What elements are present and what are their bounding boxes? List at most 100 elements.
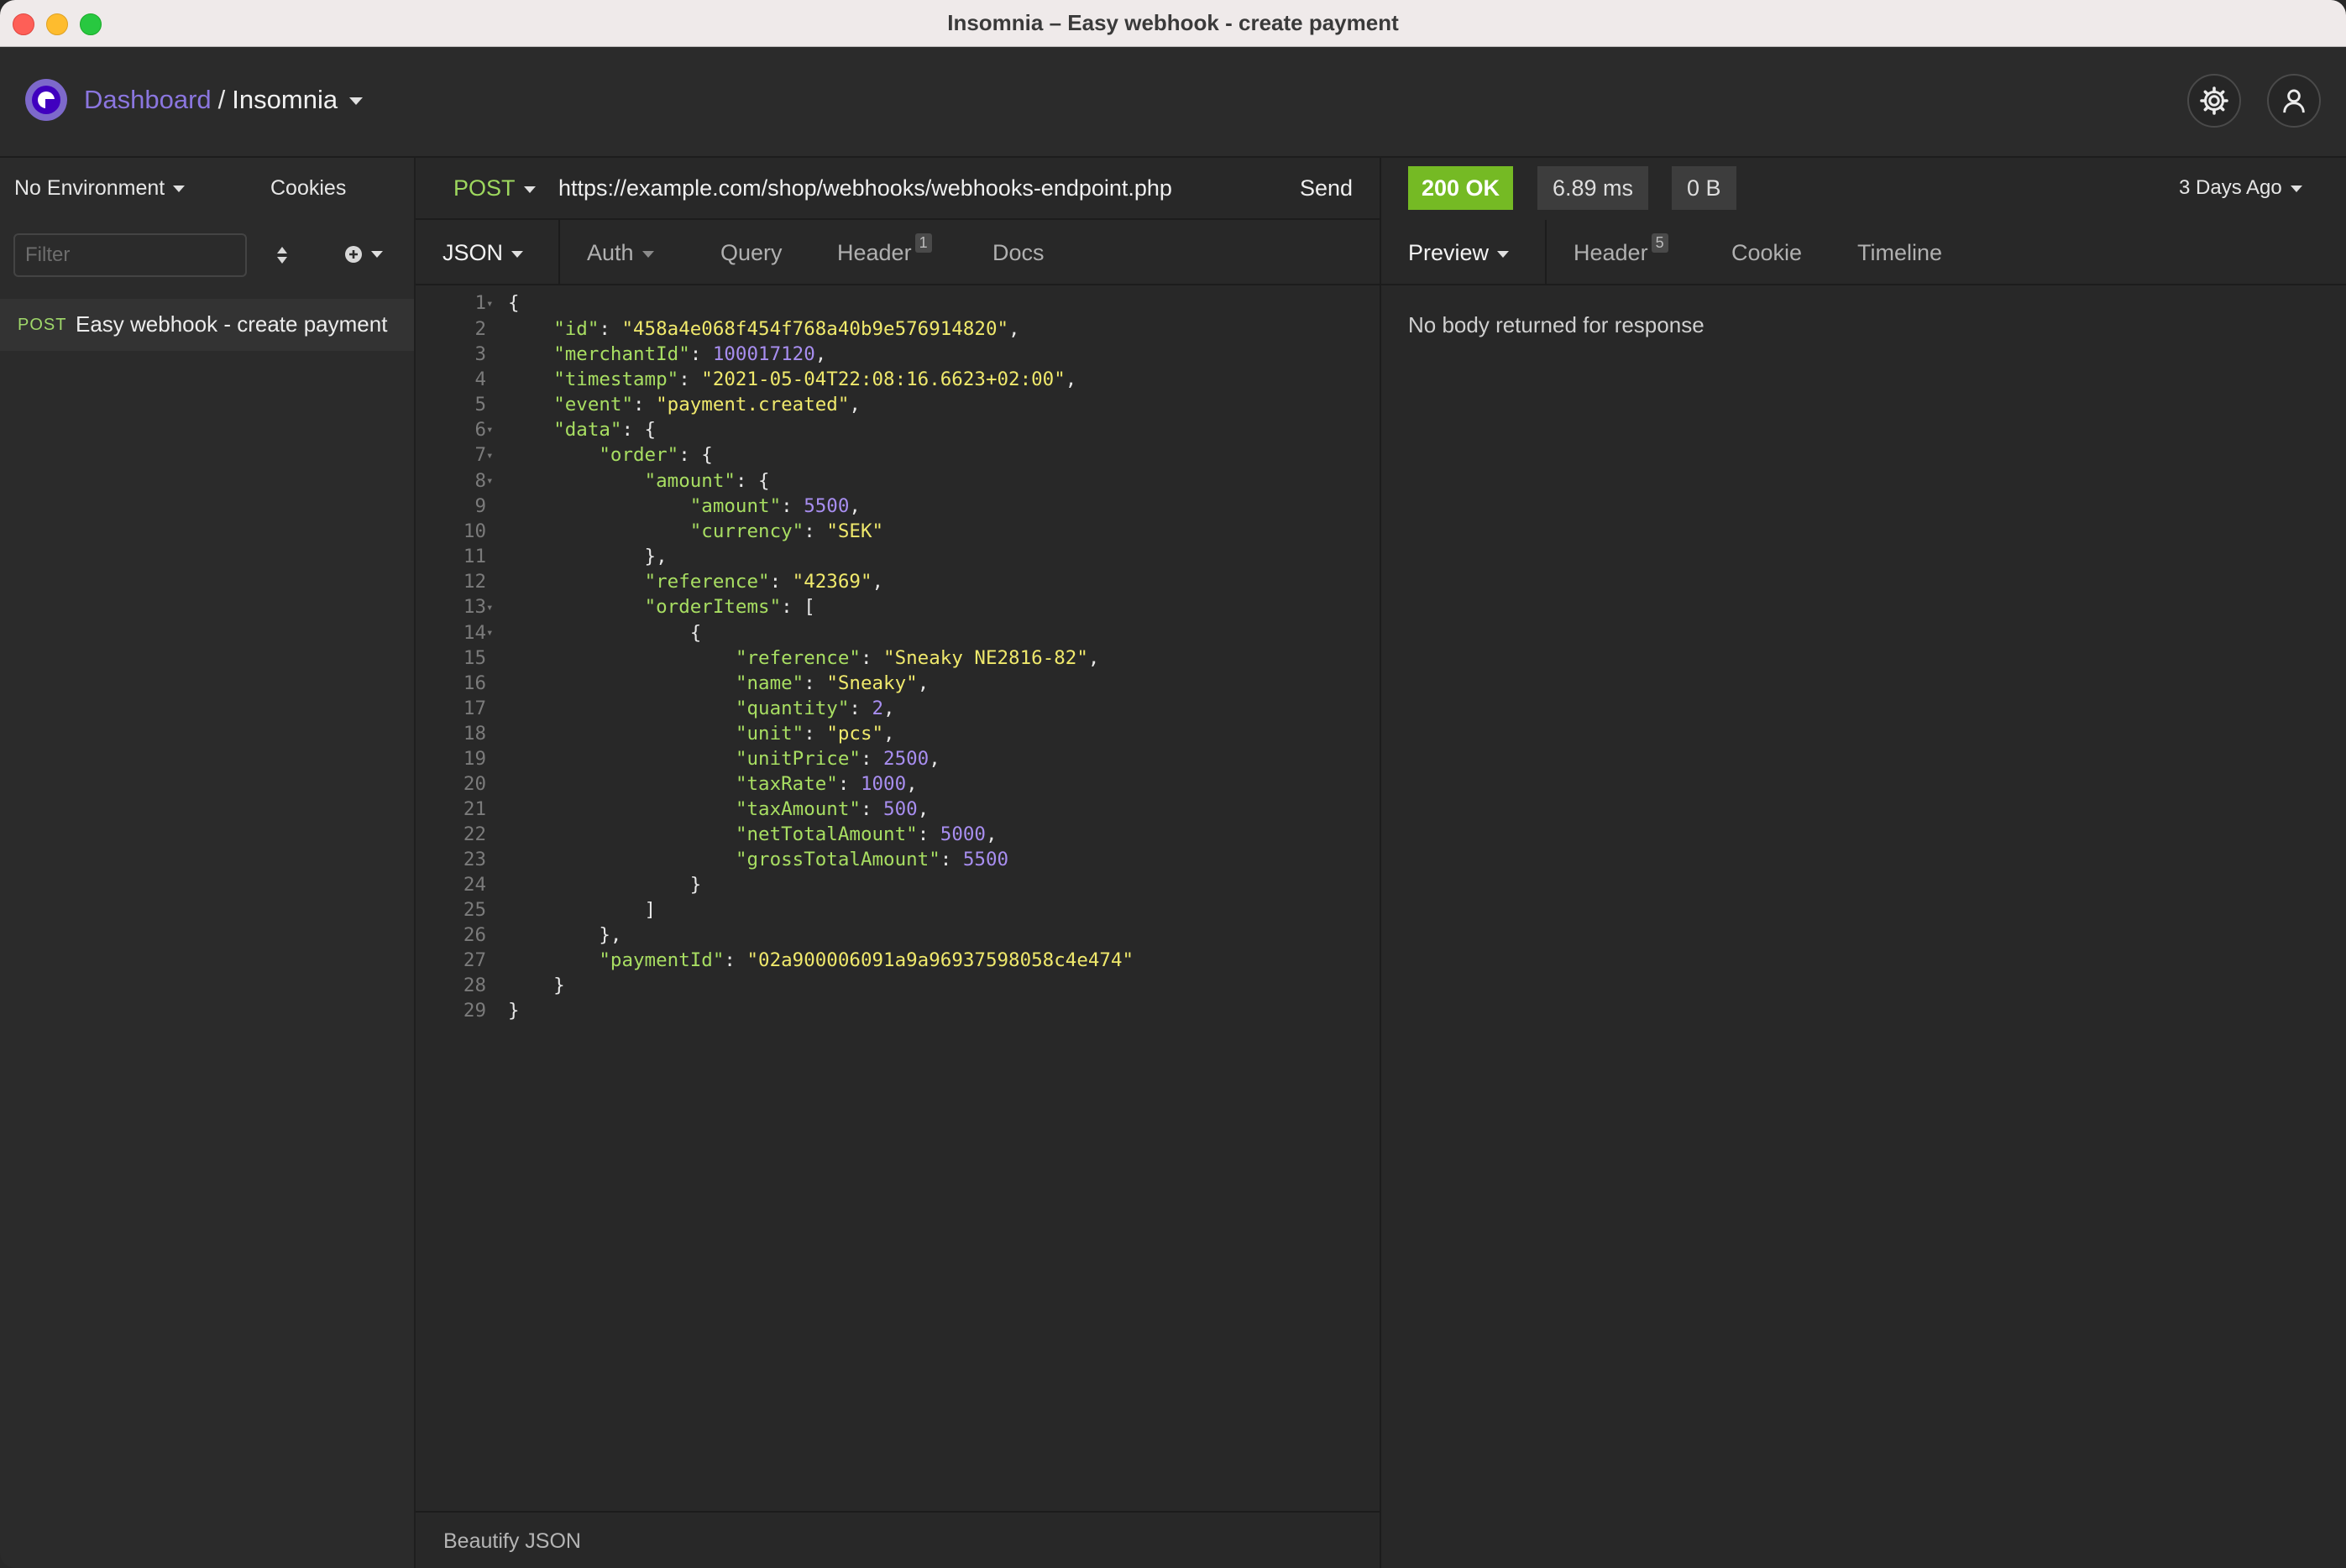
json-punctuation: : <box>633 393 657 416</box>
json-punctuation: , <box>883 723 895 745</box>
json-key: "quantity" <box>735 698 850 719</box>
cookies-button[interactable]: Cookies <box>270 176 346 201</box>
json-string: "Sneaky" <box>826 672 918 694</box>
fold-toggle-icon[interactable]: ▾ <box>486 291 500 316</box>
workspace-dropdown[interactable]: Insomnia <box>232 85 364 114</box>
code-line: 12 "reference": "42369", <box>416 569 1134 594</box>
line-number: 25 <box>463 899 486 921</box>
account-button[interactable] <box>2267 74 2321 128</box>
request-name: Easy webhook - create payment <box>76 311 388 337</box>
plus-circle-icon <box>345 246 362 263</box>
tab-auth[interactable]: Auth <box>587 240 654 266</box>
code-content: } <box>500 973 565 998</box>
json-string: "2021-05-04T22:08:16.6623+02:00" <box>701 368 1066 390</box>
tab-body-label: JSON <box>442 240 504 265</box>
json-number: 1000 <box>860 773 907 795</box>
json-punctuation: , <box>1087 647 1100 669</box>
code-line: 4 "timestamp": "2021-05-04T22:08:16.6623… <box>416 367 1134 392</box>
response-history-label: 3 Days Ago <box>2179 176 2282 199</box>
fold-toggle-icon[interactable]: ▾ <box>486 595 500 620</box>
json-punctuation <box>508 520 690 542</box>
tab-header[interactable]: Header 1 <box>837 233 932 266</box>
json-punctuation: : <box>804 520 827 542</box>
tab-header-label: Header <box>837 240 912 265</box>
code-line: 28 } <box>416 973 1134 998</box>
code-content: }, <box>500 923 621 948</box>
filter-input[interactable] <box>13 233 247 277</box>
code-line: 14▾ { <box>416 620 1134 646</box>
code-content: "event": "payment.created", <box>500 392 861 417</box>
json-punctuation: , <box>906 773 918 795</box>
line-number: 23 <box>463 849 486 870</box>
add-request-button[interactable] <box>344 245 383 264</box>
json-punctuation <box>508 394 553 416</box>
line-number: 20 <box>463 773 486 795</box>
json-punctuation: : { <box>678 444 713 466</box>
json-punctuation <box>508 470 645 492</box>
gear-icon <box>2200 86 2228 115</box>
json-punctuation: : <box>860 647 884 669</box>
code-content: "merchantId": 100017120, <box>500 342 826 367</box>
json-punctuation: : { <box>621 418 657 441</box>
preview-mode-dropdown[interactable]: Preview <box>1408 240 1510 266</box>
code-lines: 1▾{2 "id": "458a4e068f454f768a40b9e57691… <box>416 290 1134 1023</box>
code-line: 16 "name": "Sneaky", <box>416 671 1134 696</box>
tab-response-header[interactable]: Header 5 <box>1574 233 1668 266</box>
tab-body[interactable]: JSON <box>416 220 560 284</box>
line-number: 14 <box>463 621 486 644</box>
code-content: "unitPrice": 2500, <box>500 746 940 771</box>
json-punctuation <box>508 723 736 745</box>
tab-docs[interactable]: Docs <box>992 240 1045 266</box>
settings-button[interactable] <box>2187 74 2241 128</box>
json-punctuation <box>508 495 690 517</box>
url-input[interactable]: https://example.com/shop/webhooks/webhoo… <box>558 175 1172 201</box>
line-number: 3 <box>474 342 486 365</box>
send-button[interactable]: Send <box>1300 175 1353 201</box>
insomnia-logo-icon[interactable] <box>25 79 67 121</box>
tab-cookie[interactable]: Cookie <box>1731 240 1802 266</box>
line-number: 11 <box>463 546 486 567</box>
fold-toggle-icon[interactable]: ▾ <box>486 443 500 468</box>
environment-dropdown[interactable]: No Environment <box>14 176 186 201</box>
dashboard-link[interactable]: Dashboard <box>84 85 212 114</box>
json-punctuation: , <box>929 748 940 770</box>
tab-query[interactable]: Query <box>720 240 783 266</box>
line-number: 28 <box>463 975 486 996</box>
fold-toggle-icon[interactable]: ▾ <box>486 620 500 645</box>
json-body-editor[interactable]: 1▾{2 "id": "458a4e068f454f768a40b9e57691… <box>416 284 1380 1509</box>
beautify-json-button[interactable]: Beautify JSON <box>443 1529 581 1554</box>
response-history-dropdown[interactable]: 3 Days Ago <box>2179 176 2302 200</box>
environment-label: No Environment <box>14 176 165 200</box>
tab-preview[interactable]: Preview <box>1381 220 1547 284</box>
response-tabs: Preview Header 5 Cookie Timeline <box>1381 220 2346 285</box>
line-number: 7 <box>474 444 486 466</box>
fold-toggle-icon[interactable]: ▾ <box>486 417 500 442</box>
body-type-dropdown[interactable]: JSON <box>442 240 524 266</box>
code-content: }, <box>500 544 668 569</box>
json-string: "458a4e068f454f768a40b9e576914820" <box>621 317 1009 340</box>
json-punctuation: : <box>804 672 827 694</box>
request-list-item[interactable]: POST Easy webhook - create payment <box>0 299 414 351</box>
line-number: 29 <box>463 1000 486 1022</box>
fold-toggle-icon[interactable]: ▾ <box>486 468 500 494</box>
tab-timeline[interactable]: Timeline <box>1857 240 1942 266</box>
sort-button[interactable] <box>274 243 291 267</box>
json-punctuation: , <box>917 798 929 820</box>
code-line: 5 "event": "payment.created", <box>416 392 1134 417</box>
chevron-down-icon <box>641 250 654 258</box>
json-punctuation <box>508 368 553 390</box>
json-number: 100017120 <box>712 342 815 365</box>
code-line: 23 "grossTotalAmount": 5500 <box>416 847 1134 872</box>
json-key: "amount" <box>689 495 782 517</box>
json-punctuation: , <box>814 342 827 365</box>
app-header: Dashboard / Insomnia <box>0 47 2346 158</box>
code-line: 1▾ { <box>416 290 1134 316</box>
json-key: "timestamp" <box>553 368 679 390</box>
method-dropdown[interactable]: POST <box>453 175 536 201</box>
json-punctuation <box>508 849 736 870</box>
code-line: 2 "id": "458a4e068f454f768a40b9e57691482… <box>416 316 1134 342</box>
method-label: POST <box>453 175 516 201</box>
json-punctuation: } <box>508 874 702 896</box>
code-line: 21 "taxAmount": 500, <box>416 797 1134 822</box>
line-number: 21 <box>463 798 486 820</box>
